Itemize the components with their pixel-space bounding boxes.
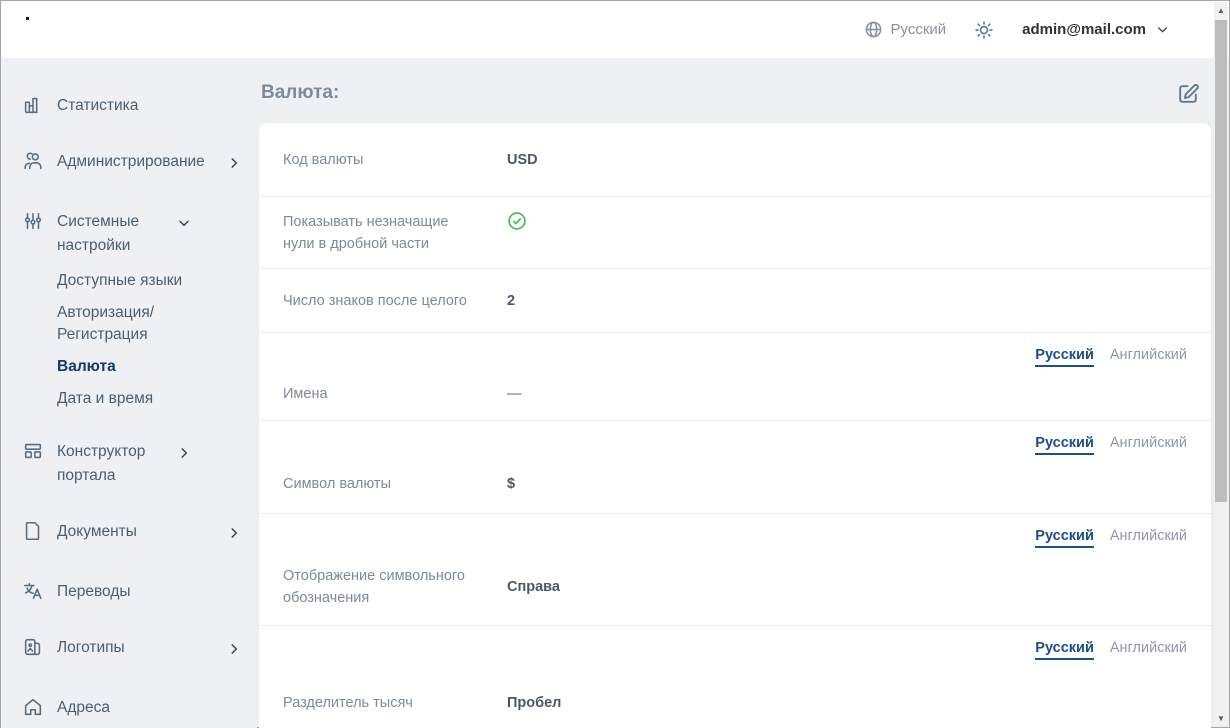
sidebar-item-administration[interactable]: Администрирование: [21, 150, 243, 178]
user-email: admin@mail.com: [1022, 21, 1146, 38]
tab-language-english[interactable]: Английский: [1110, 640, 1187, 660]
submenu-item-available-languages[interactable]: Доступные языки: [57, 270, 232, 292]
field-value: 2: [507, 293, 515, 309]
field-value: —: [507, 386, 522, 402]
submenu-item-date-time[interactable]: Дата и время: [57, 388, 232, 410]
currency-settings-card: Код валюты USD Показывать незначащие нул…: [259, 123, 1211, 728]
sliders-icon: [21, 210, 45, 232]
document-icon: [21, 520, 45, 542]
submenu-item-auth-registration[interactable]: Авторизация/Регистрация: [57, 302, 232, 346]
scrollbar-thumb[interactable]: [1215, 20, 1227, 502]
users-icon: [21, 150, 45, 172]
sidebar-item-logos[interactable]: Логотипы: [21, 636, 243, 664]
field-label: Разделитель тысяч: [283, 692, 483, 714]
tab-language-english[interactable]: Английский: [1110, 435, 1187, 455]
sidebar-item-label: Статистика: [57, 94, 243, 118]
sidebar-item-label: Системные настройки: [57, 210, 177, 258]
sidebar-navigation: Статистика Администрирование: [1, 58, 257, 728]
translate-icon: [21, 580, 45, 602]
chevron-right-icon: [227, 640, 243, 664]
tab-language-russian[interactable]: Русский: [1035, 528, 1094, 548]
row-thousands-separator: Русский Английский Разделитель тысяч Про…: [259, 626, 1211, 728]
chevron-right-icon: [227, 154, 243, 178]
tab-language-russian[interactable]: Русский: [1035, 640, 1094, 660]
row-decimal-digits: Число знаков после целого 2: [259, 269, 1211, 333]
chevron-right-icon: [227, 524, 243, 548]
globe-icon: [864, 20, 883, 39]
field-label: Число знаков после целого: [283, 290, 483, 312]
sidebar-item-label: Переводы: [57, 580, 243, 604]
row-currency-code: Код валюты USD: [259, 123, 1211, 197]
theme-toggle-button[interactable]: [974, 20, 994, 40]
row-symbol-position: Русский Английский Отображение символьно…: [259, 514, 1211, 626]
chevron-down-icon: [177, 214, 193, 238]
field-label: Показывать незначащие нули в дробной час…: [283, 211, 483, 255]
page-title: Валюта:: [261, 82, 339, 104]
sidebar-item-label: Администрирование: [57, 150, 227, 174]
tab-language-russian[interactable]: Русский: [1035, 347, 1094, 367]
layout-icon: [21, 440, 45, 462]
scrollbar-up-arrow[interactable]: ▲: [1214, 2, 1228, 18]
language-switcher-label: Русский: [891, 21, 947, 38]
sun-icon: [974, 20, 994, 40]
field-value: USD: [507, 152, 538, 168]
chevron-down-icon: [1156, 23, 1169, 36]
main-content: Валюта: Код валюты USD Показы: [257, 58, 1229, 728]
tab-language-english[interactable]: Английский: [1110, 528, 1187, 548]
top-header: Русский admin@mail.com: [1, 1, 1229, 58]
tab-language-english[interactable]: Английский: [1110, 347, 1187, 367]
sidebar-item-translations[interactable]: Переводы: [21, 580, 243, 604]
field-value: $: [507, 476, 515, 492]
logos-icon: [21, 636, 45, 658]
edit-button[interactable]: [1176, 81, 1201, 106]
system-settings-submenu: Доступные языки Авторизация/Регистрация …: [57, 270, 243, 410]
row-currency-symbol: Русский Английский Символ валюты $: [259, 421, 1211, 514]
field-label: Отображение символьного обозначения: [283, 565, 483, 609]
field-label: Код валюты: [283, 149, 483, 171]
scrollbar-down-arrow[interactable]: ▼: [1214, 710, 1228, 726]
sidebar-item-statistics[interactable]: Статистика: [21, 94, 243, 118]
field-label: Имена: [283, 383, 483, 405]
row-names: Русский Английский Имена —: [259, 333, 1211, 421]
language-switcher[interactable]: Русский: [864, 20, 947, 39]
enabled-check-icon: [507, 211, 527, 231]
field-value: Справа: [507, 579, 560, 595]
sidebar-item-addresses[interactable]: Адреса: [21, 696, 243, 720]
vertical-scrollbar[interactable]: ▲ ▼: [1214, 2, 1228, 726]
bar-chart-icon: [21, 94, 45, 116]
sidebar-item-documents[interactable]: Документы: [21, 520, 243, 548]
sidebar-item-portal-constructor[interactable]: Конструктор портала: [21, 440, 243, 488]
sidebar-item-label: Документы: [57, 520, 227, 544]
submenu-item-currency[interactable]: Валюта: [57, 356, 232, 378]
sidebar-item-system-settings[interactable]: Системные настройки: [21, 210, 243, 258]
field-label: Символ валюты: [283, 473, 483, 495]
sidebar-item-label: Адреса: [57, 696, 243, 720]
field-value: Пробел: [507, 695, 561, 711]
logo-placeholder-dot: [26, 17, 29, 20]
chevron-right-icon: [177, 444, 193, 468]
row-show-trailing-zeros: Показывать незначащие нули в дробной час…: [259, 197, 1211, 269]
edit-pencil-icon: [1176, 81, 1201, 106]
tab-language-russian[interactable]: Русский: [1035, 435, 1094, 455]
sidebar-item-label: Логотипы: [57, 636, 227, 660]
sidebar-item-label: Конструктор портала: [57, 440, 177, 488]
home-icon: [21, 696, 45, 718]
user-account-menu[interactable]: admin@mail.com: [1022, 21, 1169, 38]
